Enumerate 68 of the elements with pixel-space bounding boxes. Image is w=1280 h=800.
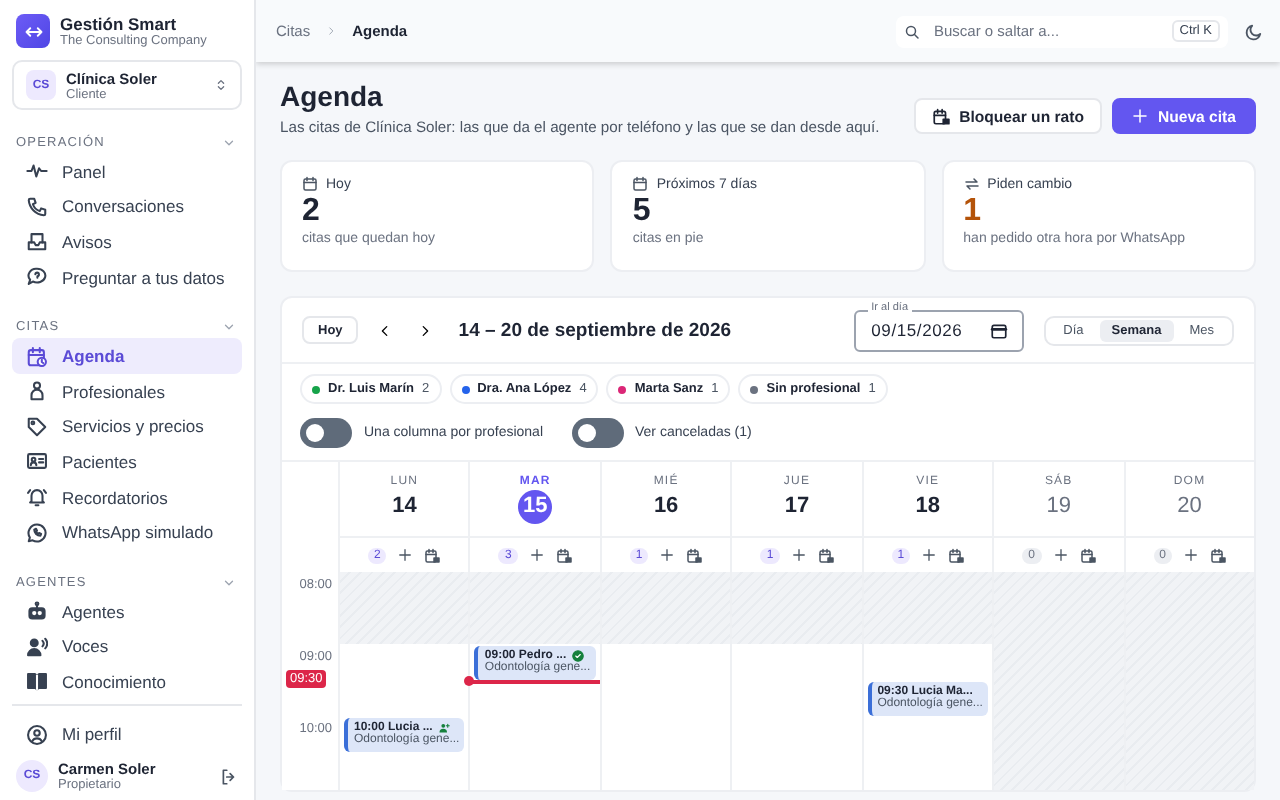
chevron-right-icon[interactable] — [417, 323, 432, 337]
calendar-icon — [302, 176, 318, 192]
sidebar-item[interactable]: Conversaciones — [12, 189, 242, 225]
calendar-icon — [989, 321, 1008, 339]
people-icon — [26, 380, 48, 403]
sidebar-item[interactable]: WhatsApp simulado — [12, 514, 242, 550]
sidebar-item[interactable]: Servicios y precios — [12, 409, 242, 445]
sidebar-item[interactable]: Profesionales — [12, 373, 242, 410]
phone-icon — [26, 195, 48, 218]
current-time-line — [470, 680, 600, 683]
book-icon — [26, 670, 48, 693]
id-card-icon — [26, 450, 48, 473]
chevron-left-icon[interactable] — [377, 323, 392, 337]
plus-icon[interactable] — [791, 548, 806, 562]
calendar-clock-icon — [26, 345, 48, 368]
sidebar-item[interactable]: Panel — [12, 154, 242, 190]
moon-icon[interactable] — [1244, 21, 1264, 41]
toggle-switch[interactable] — [571, 418, 623, 448]
calendar-lock-icon[interactable] — [817, 547, 834, 563]
chat-question-icon — [26, 266, 48, 289]
plus-icon — [1131, 108, 1148, 124]
sidebar-item[interactable]: Conocimiento — [12, 664, 242, 700]
calendar-lock-icon — [931, 107, 950, 125]
toggle-switch[interactable] — [300, 418, 352, 448]
plus-icon[interactable] — [922, 548, 937, 562]
sidebar-item[interactable]: Mi perfil — [12, 716, 242, 752]
calendar-icon — [632, 176, 649, 192]
sidebar-item[interactable]: Pacientes — [12, 444, 242, 480]
pulse-icon — [26, 160, 48, 183]
brand-name: Gestión Smart — [60, 14, 179, 34]
sidebar-item[interactable]: Agenda — [12, 338, 242, 374]
search-icon — [904, 23, 920, 39]
page-title: Agenda — [280, 80, 385, 112]
robot-icon — [26, 600, 48, 623]
logo-icon — [16, 14, 50, 48]
plus-icon[interactable] — [1053, 548, 1068, 562]
bell-icon — [26, 486, 48, 509]
up-down-chevron-icon — [214, 76, 228, 94]
inbox-icon — [26, 230, 48, 253]
stat-value: 2 — [302, 194, 322, 230]
plus-icon[interactable] — [398, 548, 413, 562]
stat-value: 1 — [963, 194, 984, 230]
unavailable-hours-block — [470, 572, 600, 644]
check-circle-icon — [572, 650, 585, 662]
chevron-right-icon — [326, 26, 337, 36]
stat-value: 5 — [632, 194, 653, 230]
user-circle-icon — [26, 723, 48, 746]
swap-arrows-icon — [963, 176, 980, 192]
plus-icon[interactable] — [529, 548, 544, 562]
calendar-lock-icon[interactable] — [424, 547, 441, 563]
whatsapp-icon — [26, 521, 48, 544]
sidebar-item[interactable]: Voces — [12, 629, 242, 665]
calendar-lock-icon[interactable] — [1079, 547, 1096, 563]
sidebar-item[interactable]: Preguntar a tus datos — [12, 259, 242, 295]
calendar-lock-icon[interactable] — [1209, 547, 1226, 563]
sidebar-item[interactable]: Avisos — [12, 224, 242, 260]
voice-icon — [26, 635, 48, 658]
calendar-lock-icon[interactable] — [948, 547, 965, 563]
sidebar-item[interactable]: Recordatorios — [12, 479, 242, 515]
date-range: 14 – 20 de septiembre de 2026 — [458, 319, 732, 341]
tag-icon — [26, 415, 48, 438]
plus-icon[interactable] — [660, 548, 675, 562]
plus-icon[interactable] — [1183, 548, 1198, 562]
person-plus-icon — [438, 722, 451, 734]
sidebar-item[interactable]: Agentes — [12, 593, 242, 630]
calendar-lock-icon[interactable] — [686, 547, 703, 563]
calendar-lock-icon[interactable] — [555, 547, 572, 563]
logout-icon[interactable] — [220, 767, 238, 785]
